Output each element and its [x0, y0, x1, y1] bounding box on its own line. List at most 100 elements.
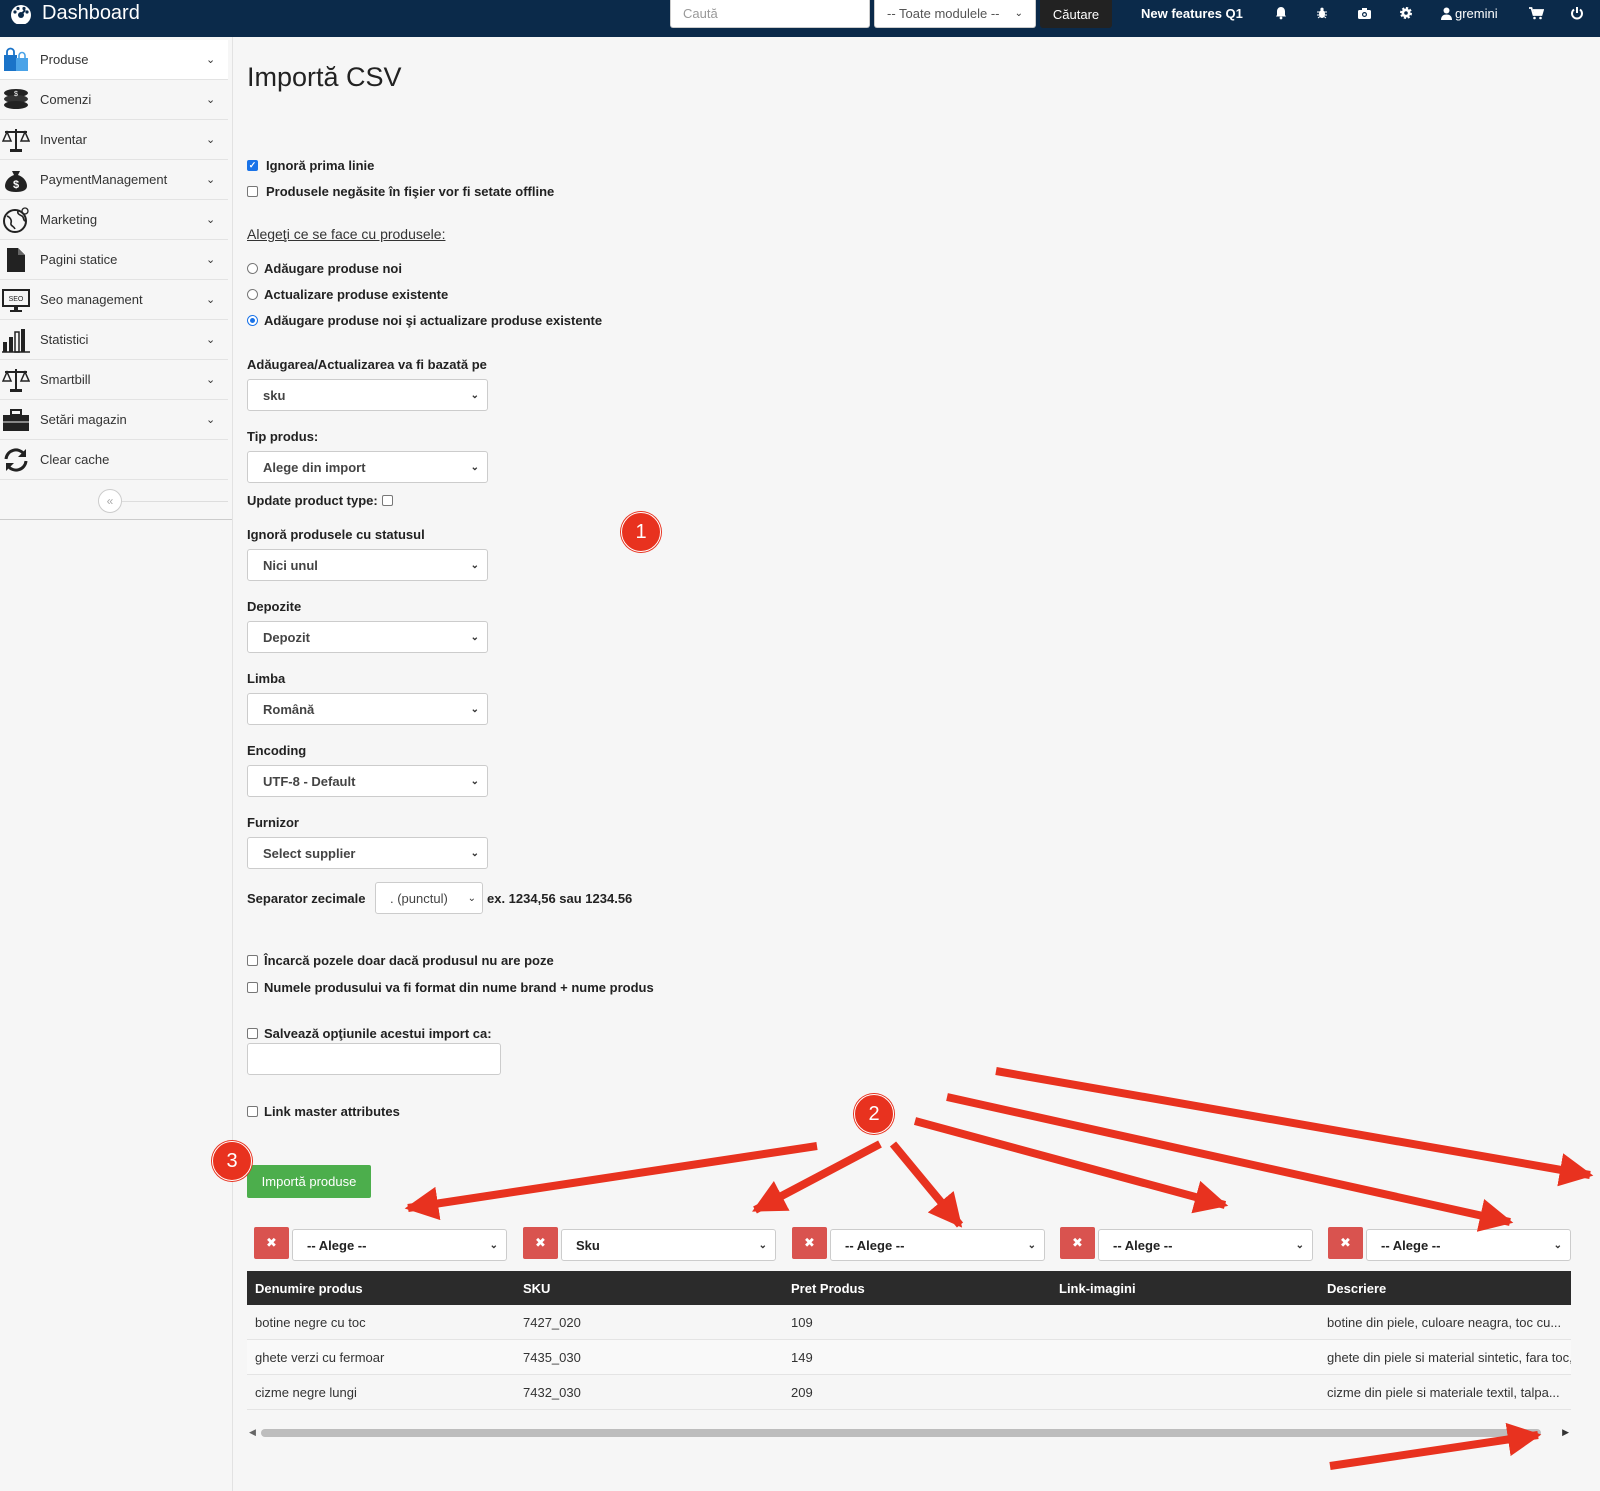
encoding-select[interactable]: UTF-8 - Default ⌄ — [247, 765, 488, 797]
chevron-down-icon: ⌄ — [467, 892, 476, 904]
radio-update-products[interactable]: Actualizare produse existente — [247, 287, 448, 302]
sidebar-item-label: Seo management — [40, 292, 143, 307]
top-navbar: Dashboard Caută -- Toate modulele -- ⌄ C… — [0, 0, 1600, 37]
sidebar-item-comenzi[interactable]: $ Comenzi ⌄ — [0, 80, 228, 120]
remove-column-button[interactable]: ✖ — [1060, 1227, 1095, 1259]
scrollbar-thumb[interactable] — [261, 1429, 1541, 1437]
chevron-down-icon: ⌄ — [1553, 1239, 1562, 1251]
supplier-select[interactable]: Select supplier ⌄ — [247, 837, 488, 869]
chevron-down-icon: ⌄ — [470, 775, 479, 787]
chevron-down-icon: ⌄ — [470, 631, 479, 643]
sidebar-item-seo-management[interactable]: SEO Seo management ⌄ — [0, 280, 228, 320]
bug-icon[interactable] — [1313, 4, 1331, 22]
remove-column-button[interactable]: ✖ — [1328, 1227, 1363, 1259]
remove-column-button[interactable]: ✖ — [254, 1227, 289, 1259]
select-value: -- Alege -- — [307, 1237, 367, 1253]
refresh-icon — [2, 446, 30, 474]
search-button[interactable]: Căutare — [1040, 0, 1112, 28]
name-format-checkbox[interactable]: Numele produsului va fi format din nume … — [247, 980, 654, 995]
remove-column-button[interactable]: ✖ — [792, 1227, 827, 1259]
camera-icon[interactable] — [1355, 4, 1373, 22]
brand-title: Dashboard — [42, 1, 140, 24]
checkbox-box — [247, 982, 258, 993]
svg-text:SEO: SEO — [9, 296, 24, 303]
table-row: ghete verzi cu fermoar 7435_030 149 ghet… — [247, 1340, 1571, 1375]
save-options-checkbox[interactable]: Salvează opţiunile acestui import ca: — [247, 1026, 492, 1041]
new-features-link[interactable]: New features Q1 — [1141, 0, 1243, 26]
cart-icon[interactable] — [1527, 4, 1545, 22]
import-products-button[interactable]: Importă produse — [247, 1165, 371, 1198]
save-options-name-input[interactable] — [247, 1043, 501, 1075]
column-mapping-select[interactable]: -- Alege -- ⌄ — [1098, 1229, 1313, 1261]
user-menu[interactable]: gremini — [1441, 0, 1498, 26]
annotation-arrow — [946, 1093, 1514, 1232]
sidebar-item-label: Pagini statice — [40, 252, 118, 267]
supplier-label: Furnizor — [247, 815, 299, 830]
user-icon — [1441, 7, 1452, 20]
based-on-select[interactable]: sku ⌄ — [247, 379, 488, 411]
column-mapping-select[interactable]: -- Alege -- ⌄ — [830, 1229, 1045, 1261]
radio-add-products[interactable]: Adăugare produse noi — [247, 261, 402, 276]
gear-icon[interactable] — [1397, 4, 1415, 22]
column-mapping-select[interactable]: -- Alege -- ⌄ — [1366, 1229, 1571, 1261]
sidebar-item-smartbill[interactable]: Smartbill ⌄ — [0, 360, 228, 400]
modules-select[interactable]: -- Toate modulele -- ⌄ — [874, 0, 1036, 28]
column-mapping-select[interactable]: -- Alege -- ⌄ — [292, 1229, 507, 1261]
remove-column-button[interactable]: ✖ — [523, 1227, 558, 1259]
warehouses-select[interactable]: Depozit ⌄ — [247, 621, 488, 653]
sidebar-item-clear-cache[interactable]: Clear cache — [0, 440, 228, 480]
annotation-arrow — [913, 1117, 1229, 1214]
chevron-down-icon: ⌄ — [206, 334, 216, 346]
sidebar-item-statistici[interactable]: Statistici ⌄ — [0, 320, 228, 360]
radio-add-and-update-products[interactable]: Adăugare produse noi şi actualizare prod… — [247, 313, 602, 328]
sidebar-item-inventar[interactable]: Inventar ⌄ — [0, 120, 228, 160]
table-cell: 7435_030 — [523, 1349, 581, 1365]
chevron-down-icon: ⌄ — [470, 703, 479, 715]
scroll-left-arrow-icon[interactable]: ◀ — [249, 1427, 256, 1438]
select-value: Depozit — [263, 629, 310, 645]
brand[interactable]: Dashboard — [8, 0, 140, 26]
decimal-separator-select[interactable]: . (punctul) ⌄ — [375, 882, 483, 914]
product-type-select[interactable]: Alege din import ⌄ — [247, 451, 488, 483]
table-cell: 149 — [791, 1349, 813, 1365]
ignore-status-select[interactable]: Nici unul ⌄ — [247, 549, 488, 581]
table-cell: cizme din piele si materiale textil, tal… — [1327, 1384, 1560, 1400]
select-value: -- Alege -- — [845, 1237, 905, 1253]
sidebar-item-setari-magazin[interactable]: Setări magazin ⌄ — [0, 400, 228, 440]
sidebar-item-marketing[interactable]: Marketing ⌄ — [0, 200, 228, 240]
checkbox-box — [381, 495, 393, 506]
sidebar-item-paymentmanagement[interactable]: $ PaymentManagement ⌄ — [0, 160, 228, 200]
column-mapping-select[interactable]: Sku ⌄ — [561, 1229, 776, 1261]
username: gremini — [1455, 5, 1498, 21]
column-header: Link-imagini — [1059, 1280, 1136, 1296]
horizontal-scrollbar[interactable]: ◀ ▶ — [247, 1425, 1571, 1441]
power-icon[interactable] — [1568, 4, 1586, 22]
chevron-down-icon: ⌄ — [206, 174, 216, 186]
sidebar-item-pagini-statice[interactable]: Pagini statice ⌄ — [0, 240, 228, 280]
close-icon: ✖ — [1340, 1235, 1351, 1250]
chevron-down-icon: ⌄ — [206, 134, 216, 146]
ignore-first-line-checkbox[interactable]: ✓ Ignoră prima linie — [247, 158, 374, 173]
missing-offline-checkbox[interactable]: Produsele negăsite în fişier vor fi seta… — [247, 184, 554, 199]
sidebar-item-label: Produse — [40, 52, 89, 67]
table-cell: botine negre cu toc — [255, 1314, 366, 1330]
collapse-sidebar-button[interactable]: « — [98, 489, 122, 513]
select-value: Nici unul — [263, 557, 318, 573]
table-cell: botine din piele, culoare neagra, toc cu… — [1327, 1314, 1562, 1330]
language-select[interactable]: Română ⌄ — [247, 693, 488, 725]
link-master-attributes-checkbox[interactable]: Link master attributes — [247, 1104, 400, 1119]
sidebar-item-produse[interactable]: Produse ⌄ — [0, 40, 228, 80]
update-product-type-checkbox[interactable]: Update product type: — [247, 493, 393, 508]
images-only-checkbox[interactable]: Încarcă pozele doar dacă produsul nu are… — [247, 953, 554, 968]
shopping-bags-icon — [2, 46, 30, 74]
svg-text:$: $ — [13, 179, 19, 191]
table-row: cizme negre lungi 7432_030 209 cizme din… — [247, 1375, 1571, 1410]
chevron-down-icon: ⌄ — [206, 54, 216, 66]
checkbox-label: Ignoră prima linie — [266, 158, 375, 173]
annotation-badge-2: 2 — [854, 1094, 894, 1134]
bell-icon[interactable] — [1272, 4, 1290, 22]
search-input[interactable]: Caută — [670, 0, 870, 28]
annotation-arrow — [404, 1142, 818, 1221]
checkbox-label: Update product type: — [247, 493, 378, 508]
scroll-right-arrow-icon[interactable]: ▶ — [1562, 1427, 1569, 1438]
